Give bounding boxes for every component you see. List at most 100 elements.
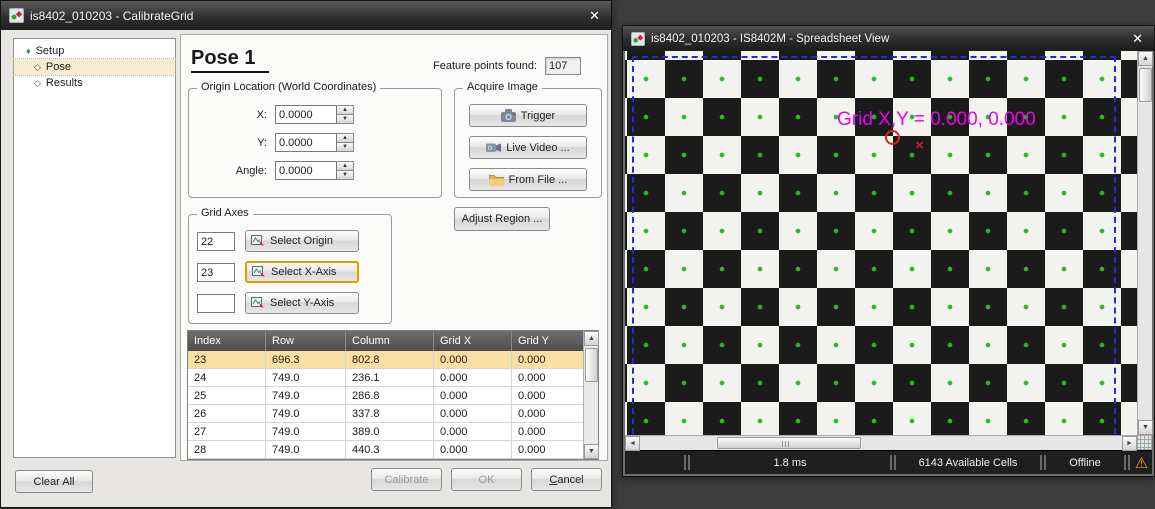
- table-row[interactable]: 26749.0337.80.0000.000: [188, 405, 583, 423]
- app-icon: [631, 32, 645, 46]
- origin-marker-circle: [885, 130, 900, 145]
- x-axis-index-field[interactable]: 23: [197, 263, 235, 282]
- select-x-axis-label: Select X-Axis: [271, 266, 336, 278]
- sidebar-item-pose[interactable]: ◇ Pose: [14, 59, 175, 75]
- cancel-button[interactable]: Cancel: [531, 468, 602, 491]
- scrollbar-thumb[interactable]: [717, 437, 860, 449]
- table-cell: 0.000: [512, 369, 583, 387]
- table-cell: 0.000: [512, 351, 583, 369]
- close-icon[interactable]: ✕: [586, 8, 603, 24]
- table-cell: 0.000: [512, 441, 583, 459]
- feature-points-row: Feature points found: 107: [433, 57, 581, 75]
- adjust-region-label: Adjust Region ...: [462, 213, 543, 225]
- close-icon[interactable]: ✕: [1129, 31, 1146, 47]
- scrollbar-thumb[interactable]: [585, 348, 598, 382]
- step-list: ♦ Setup ◇ Pose ◇ Results: [13, 38, 176, 458]
- table-cell: 286.8: [346, 387, 434, 405]
- y-field[interactable]: 0.0000: [275, 133, 337, 152]
- table-row[interactable]: 23696.3802.80.0000.000: [188, 351, 583, 369]
- status-available-cells: 6143 Available Cells: [897, 451, 1039, 474]
- acquire-image-group: Acquire Image Trigger Live Video ...: [454, 88, 602, 198]
- x-field[interactable]: 0.0000: [275, 105, 337, 124]
- sidebar-item-label: Pose: [46, 61, 71, 73]
- scroll-up-icon[interactable]: ▲: [584, 331, 599, 346]
- sidebar-item-setup[interactable]: ♦ Setup: [14, 43, 175, 59]
- page-title: Pose 1: [191, 47, 269, 73]
- table-row[interactable]: 27749.0389.00.0000.000: [188, 423, 583, 441]
- horizontal-scrollbar[interactable]: ◄ ►: [625, 435, 1137, 450]
- select-point-icon: [251, 235, 265, 248]
- scroll-down-icon[interactable]: ▼: [1138, 420, 1153, 435]
- status-separator: [890, 455, 892, 470]
- table-cell: 23: [188, 351, 266, 369]
- trigger-button[interactable]: Trigger: [469, 104, 587, 127]
- column-header[interactable]: Column: [346, 331, 434, 351]
- table-cell: 749.0: [266, 405, 346, 423]
- scroll-down-icon[interactable]: ▼: [584, 444, 599, 459]
- select-origin-button[interactable]: Select Origin: [245, 230, 359, 252]
- spreadsheet-titlebar[interactable]: is8402_010203 - IS8402M - Spreadsheet Vi…: [623, 26, 1154, 51]
- adjust-region-button[interactable]: Adjust Region ...: [454, 207, 550, 231]
- y-label: Y:: [219, 137, 275, 149]
- scrollbar-thumb[interactable]: [1139, 68, 1152, 102]
- spreadsheet-view-window: is8402_010203 - IS8402M - Spreadsheet Vi…: [622, 25, 1155, 477]
- app-icon: [9, 8, 24, 23]
- table-cell: 749.0: [266, 423, 346, 441]
- table-cell: 24: [188, 369, 266, 387]
- y-axis-index-field[interactable]: [197, 294, 235, 313]
- table-cell: 440.3: [346, 441, 434, 459]
- select-y-axis-button[interactable]: Select Y-Axis: [245, 292, 359, 314]
- table-cell: 0.000: [434, 387, 512, 405]
- resize-grip-icon: [1137, 435, 1152, 450]
- select-x-axis-button[interactable]: Select X-Axis: [245, 261, 359, 283]
- calibrate-button[interactable]: Calibrate: [371, 468, 442, 491]
- from-file-button[interactable]: From File ...: [469, 168, 587, 191]
- status-separator: [1124, 455, 1126, 470]
- spinner-down-icon[interactable]: ▼: [337, 171, 354, 180]
- feature-points-value: 107: [545, 57, 581, 75]
- calibration-image[interactable]: Grid X,Y = 0.000, 0.000 ✕: [625, 51, 1137, 435]
- table-row[interactable]: 24749.0236.10.0000.000: [188, 369, 583, 387]
- select-y-axis-label: Select Y-Axis: [270, 297, 334, 309]
- scroll-left-icon[interactable]: ◄: [625, 436, 640, 451]
- column-header[interactable]: Grid X: [434, 331, 512, 351]
- table-cell: 0.000: [512, 423, 583, 441]
- table-row[interactable]: 25749.0286.80.0000.000: [188, 387, 583, 405]
- clear-all-button[interactable]: Clear All: [15, 470, 93, 493]
- feature-table: IndexRowColumnGrid XGrid Y 23696.3802.80…: [187, 330, 599, 460]
- column-header[interactable]: Row: [266, 331, 346, 351]
- column-header[interactable]: Grid Y: [512, 331, 583, 351]
- status-separator: [1044, 455, 1046, 470]
- table-row[interactable]: 28749.0440.30.0000.000: [188, 441, 583, 459]
- trigger-button-label: Trigger: [521, 110, 555, 122]
- vertical-scrollbar[interactable]: ▲ ▼: [1137, 51, 1152, 435]
- spinner-up-icon[interactable]: ▲: [337, 161, 354, 171]
- spinner-up-icon[interactable]: ▲: [337, 105, 354, 115]
- diamond-filled-icon: ♦: [26, 46, 31, 56]
- status-separator: [894, 455, 896, 470]
- spinner-up-icon[interactable]: ▲: [337, 133, 354, 143]
- angle-field[interactable]: 0.0000: [275, 161, 337, 180]
- column-header[interactable]: Index: [188, 331, 266, 351]
- table-cell: 0.000: [512, 405, 583, 423]
- scroll-up-icon[interactable]: ▲: [1138, 51, 1153, 66]
- origin-index-field[interactable]: 22: [197, 232, 235, 251]
- scroll-right-icon[interactable]: ►: [1122, 436, 1137, 451]
- table-scrollbar[interactable]: ▲ ▼: [583, 331, 598, 459]
- live-video-button[interactable]: Live Video ...: [469, 136, 587, 159]
- from-file-button-label: From File ...: [509, 174, 568, 186]
- feature-points-label: Feature points found:: [433, 60, 537, 72]
- video-camera-icon: [486, 141, 501, 154]
- spinner-down-icon[interactable]: ▼: [337, 143, 354, 152]
- feature-table-body: 23696.3802.80.0000.00024749.0236.10.0000…: [188, 351, 583, 459]
- y-axis-row: Select Y-Axis: [197, 292, 391, 314]
- calibrate-grid-titlebar[interactable]: is8402_010203 - CalibrateGrid ✕: [1, 1, 611, 30]
- grid-xy-overlay-label: Grid X,Y = 0.000, 0.000: [837, 109, 1036, 131]
- sidebar-item-results[interactable]: ◇ Results: [14, 75, 175, 91]
- spinner-down-icon[interactable]: ▼: [337, 115, 354, 124]
- ok-button[interactable]: OK: [451, 468, 522, 491]
- x-axis-row: 23 Select X-Axis: [197, 261, 391, 283]
- group-title: Origin Location (World Coordinates): [197, 81, 380, 93]
- warning-icon: ⚠: [1135, 454, 1148, 472]
- window-title: is8402_010203 - CalibrateGrid: [30, 9, 580, 23]
